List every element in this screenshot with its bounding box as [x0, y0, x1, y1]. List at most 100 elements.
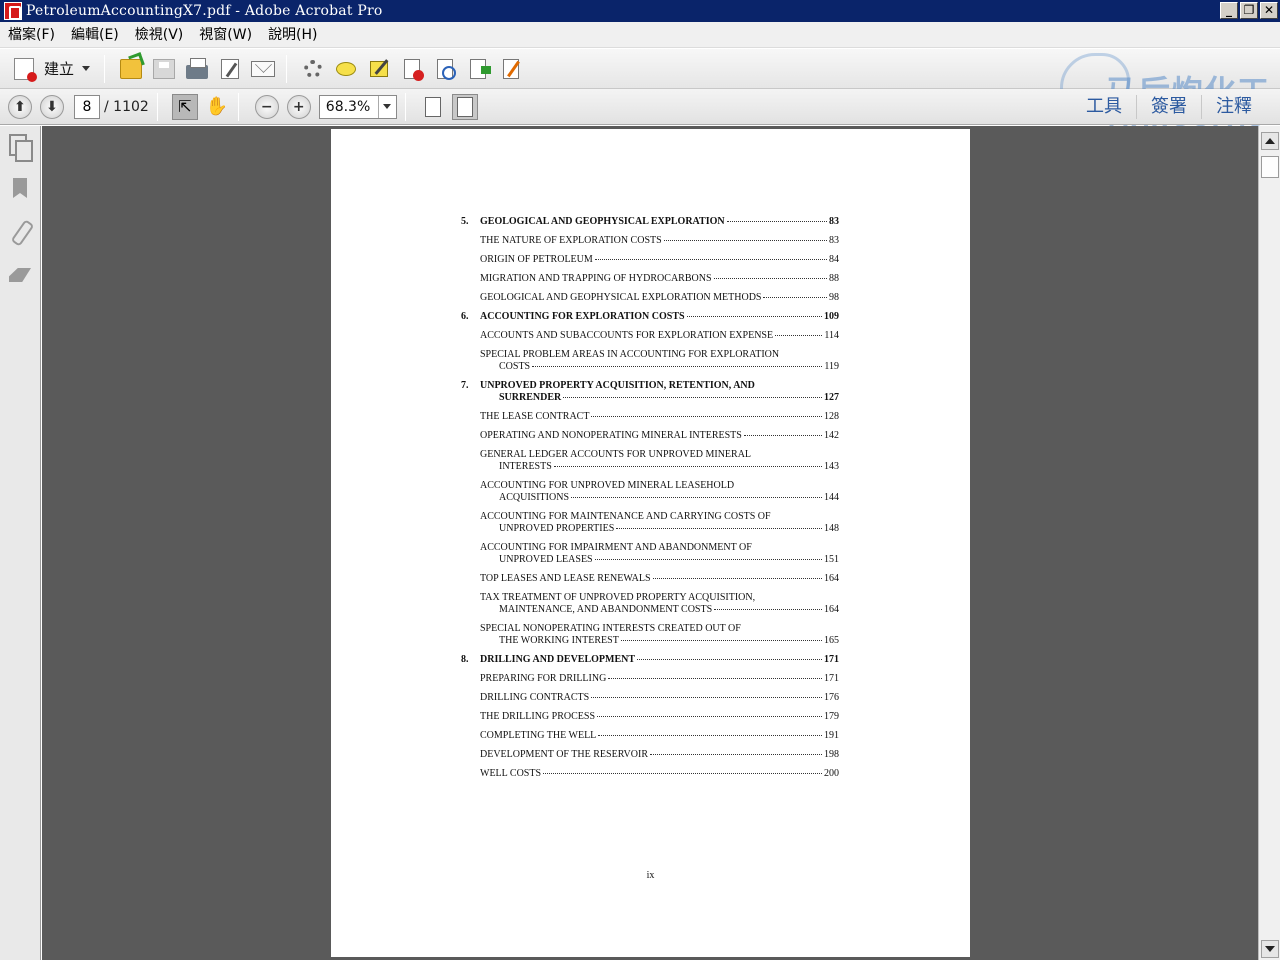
comment-button[interactable] — [331, 54, 361, 84]
toc-section-entry[interactable]: ACCOUNTING FOR IMPAIRMENT AND ABANDONMEN… — [461, 542, 839, 566]
scroll-down-button[interactable] — [1261, 940, 1279, 958]
minimize-button[interactable]: _ — [1220, 2, 1238, 19]
email-icon — [251, 60, 276, 77]
toc-section-entry[interactable]: TAX TREATMENT OF UNPROVED PROPERTY ACQUI… — [461, 592, 839, 616]
toc-entry-title: TOP LEASES AND LEASE RENEWALS — [480, 573, 651, 584]
zoom-out-button[interactable]: − — [254, 94, 279, 119]
toc-section-entry[interactable]: TOP LEASES AND LEASE RENEWALS 164 — [461, 573, 839, 585]
create-button[interactable]: 建立 — [8, 54, 96, 84]
toc-entry-line: TAX TREATMENT OF UNPROVED PROPERTY ACQUI… — [480, 592, 756, 603]
previous-page-button[interactable]: ⬆ — [8, 94, 32, 119]
comment-link[interactable]: 注釋 — [1201, 95, 1266, 119]
toc-section-entry[interactable]: PREPARING FOR DRILLING 171 — [461, 673, 839, 685]
toc-section-entry[interactable]: ORIGIN OF PETROLEUM 84 — [461, 254, 839, 266]
signatures-icon[interactable] — [9, 264, 31, 288]
toc-leader-dots — [608, 678, 822, 679]
menu-file[interactable]: 檔案(F) — [0, 22, 63, 48]
toc-page-number: 119 — [824, 361, 839, 372]
pdf-page: 5. GEOLOGICAL AND GEOPHYSICAL EXPLORATION… — [331, 129, 970, 957]
toc-section-entry[interactable]: WELL COSTS 200 — [461, 768, 839, 780]
toc-section-entry[interactable]: ACCOUNTING FOR MAINTENANCE AND CARRYING … — [461, 511, 839, 535]
fit-width-button[interactable] — [420, 94, 446, 120]
page-number-input[interactable]: 8 — [74, 94, 100, 119]
scrollbar-thumb[interactable] — [1261, 156, 1279, 178]
vertical-scrollbar[interactable] — [1258, 126, 1280, 960]
toc-chapter-entry[interactable]: 6. ACCOUNTING FOR EXPLORATION COSTS 109 — [461, 311, 839, 323]
restore-button[interactable]: ❐ — [1240, 2, 1258, 19]
menu-view[interactable]: 檢視(V) — [127, 22, 192, 48]
zoom-in-button[interactable]: + — [286, 94, 311, 119]
toc-section-entry[interactable]: SPECIAL NONOPERATING INTERESTS CREATED O… — [461, 623, 839, 647]
toc-page-number: 164 — [824, 604, 839, 615]
menu-edit[interactable]: 編輯(E) — [63, 22, 127, 48]
save-button[interactable] — [149, 54, 179, 84]
rotate-button[interactable] — [430, 54, 460, 84]
toc-section-entry[interactable]: GEOLOGICAL AND GEOPHYSICAL EXPLORATION M… — [461, 292, 839, 304]
toc-chapter-entry[interactable]: 7. UNPROVED PROPERTY ACQUISITION, RETENTI… — [461, 380, 839, 404]
main-toolbar: 建立 马后炮化工 MAHOUPAO 自訂 — [0, 49, 1280, 132]
open-button[interactable] — [116, 54, 146, 84]
toc-entry-title: OPERATING AND NONOPERATING MINERAL INTER… — [480, 430, 742, 441]
toc-section-entry[interactable]: THE LEASE CONTRACT 128 — [461, 411, 839, 423]
attachments-icon[interactable] — [9, 220, 31, 244]
toc-section-entry[interactable]: SPECIAL PROBLEM AREAS IN ACCOUNTING FOR … — [461, 349, 839, 373]
delete-pages-button[interactable] — [397, 54, 427, 84]
toc-leader-dots — [591, 416, 822, 417]
zoom-select[interactable]: 68.3% — [318, 94, 397, 119]
close-button[interactable]: ✕ — [1260, 2, 1278, 19]
zoom-value: 68.3% — [325, 98, 371, 115]
sign-button[interactable] — [496, 54, 526, 84]
toc-section-entry[interactable]: DRILLING CONTRACTS 176 — [461, 692, 839, 704]
toc-chapter-entry[interactable]: 8. DRILLING AND DEVELOPMENT 171 — [461, 654, 839, 666]
sign-link[interactable]: 簽署 — [1136, 95, 1201, 119]
window-title: PetroleumAccountingX7.pdf - Adobe Acroba… — [26, 3, 383, 19]
document-viewport[interactable]: 5. GEOLOGICAL AND GEOPHYSICAL EXPLORATION… — [42, 126, 1258, 960]
toc-entry-title: ACCOUNTING FOR EXPLORATION COSTS — [480, 311, 685, 322]
toc-section-entry[interactable]: OPERATING AND NONOPERATING MINERAL INTER… — [461, 430, 839, 442]
toc-section-entry[interactable]: COMPLETING THE WELL 191 — [461, 730, 839, 742]
settings-button[interactable] — [298, 54, 328, 84]
toc-page-number: 83 — [829, 235, 839, 246]
scroll-up-button[interactable] — [1261, 132, 1279, 150]
toc-section-entry[interactable]: GENERAL LEDGER ACCOUNTS FOR UNPROVED MIN… — [461, 449, 839, 473]
toc-entry-line: UNPROVED PROPERTY ACQUISITION, RETENTION… — [480, 380, 755, 391]
toc-page-number: 127 — [824, 392, 839, 403]
tools-link[interactable]: 工具 — [1072, 95, 1136, 119]
page-thumbnails-icon[interactable] — [9, 134, 33, 162]
toc-section-entry[interactable]: ACCOUNTING FOR UNPROVED MINERAL LEASEHOL… — [461, 480, 839, 504]
toc-page-number: 148 — [824, 523, 839, 534]
toc-leader-dots — [594, 259, 827, 260]
edit-button[interactable] — [215, 54, 245, 84]
toc-section-entry[interactable]: THE NATURE OF EXPLORATION COSTS 83 — [461, 235, 839, 247]
fit-page-button[interactable] — [451, 93, 478, 120]
email-button[interactable] — [248, 54, 278, 84]
toc-section-entry[interactable]: THE DRILLING PROCESS 179 — [461, 711, 839, 723]
zoom-dropdown-button[interactable] — [377, 95, 396, 118]
toc-leader-dots — [594, 559, 822, 560]
bookmarks-icon[interactable] — [9, 178, 31, 202]
toolbar-divider — [237, 92, 239, 121]
toc-chapter-entry[interactable]: 5. GEOLOGICAL AND GEOPHYSICAL EXPLORATION… — [461, 216, 839, 228]
toc-page-number: 143 — [824, 461, 839, 472]
highlight-button[interactable] — [364, 54, 394, 84]
chevron-down-icon — [82, 66, 91, 71]
hand-tool-button[interactable]: ✋ — [204, 94, 230, 120]
edit-icon — [221, 58, 240, 79]
menu-help[interactable]: 說明(H) — [260, 22, 325, 48]
acrobat-app-icon[interactable] — [4, 2, 22, 20]
arrow-up-icon — [1265, 138, 1275, 144]
select-tool-button[interactable]: ⇱ — [171, 93, 198, 120]
toc-section-entry[interactable]: MIGRATION AND TRAPPING OF HYDROCARBONS 88 — [461, 273, 839, 285]
toc-entry-line: SPECIAL NONOPERATING INTERESTS CREATED O… — [480, 623, 741, 634]
create-pdf-icon — [14, 57, 37, 82]
toc-entry-line: ACCOUNTING FOR IMPAIRMENT AND ABANDONMEN… — [480, 542, 752, 553]
toc-section-entry[interactable]: ACCOUNTS AND SUBACCOUNTS FOR EXPLORATION… — [461, 330, 839, 342]
print-button[interactable] — [182, 54, 212, 84]
next-page-button[interactable]: ⬇ — [40, 94, 64, 119]
menu-window[interactable]: 視窗(W) — [191, 22, 260, 48]
toc-entry-title: THE NATURE OF EXPLORATION COSTS — [480, 235, 662, 246]
toc-leader-dots — [713, 278, 827, 279]
extract-button[interactable] — [463, 54, 493, 84]
toc-section-entry[interactable]: DEVELOPMENT OF THE RESERVOIR 198 — [461, 749, 839, 761]
toc-entry-title: THE DRILLING PROCESS — [480, 711, 596, 722]
